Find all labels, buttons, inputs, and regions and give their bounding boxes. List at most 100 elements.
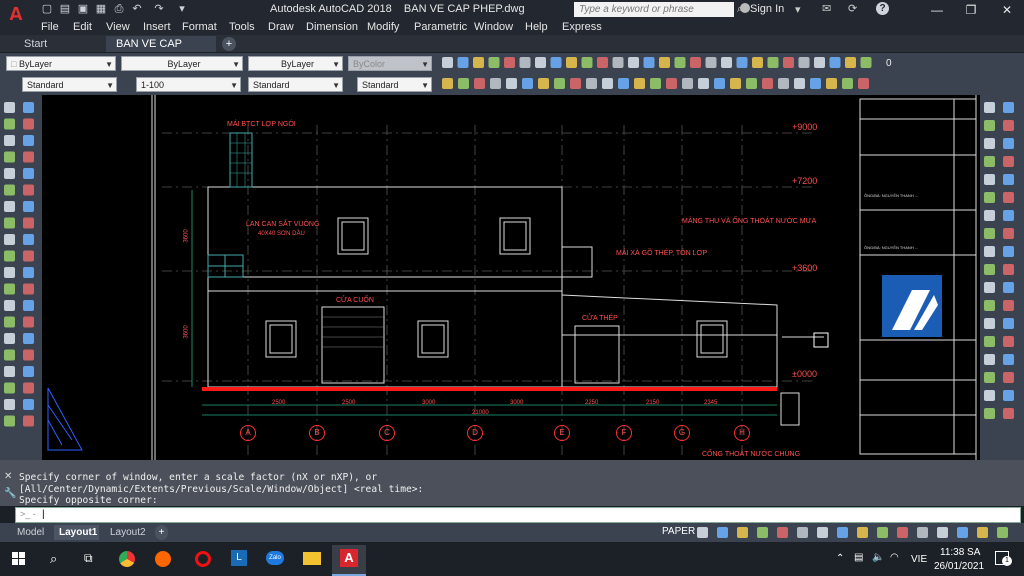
draw-tool-icon[interactable] xyxy=(4,415,15,427)
draw-tool-icon[interactable] xyxy=(4,316,15,328)
toolbar-tool-icon[interactable] xyxy=(767,57,779,68)
nav-tool-icon[interactable] xyxy=(1003,138,1014,149)
toolbar-tool-icon[interactable] xyxy=(666,78,677,89)
toolbar-tool-icon[interactable] xyxy=(519,57,531,68)
tab-layout1[interactable]: Layout1 xyxy=(54,525,99,540)
draw-tool-icon[interactable] xyxy=(23,102,34,113)
nav-tool-icon[interactable] xyxy=(1003,390,1014,401)
save-icon[interactable]: ▣ xyxy=(76,3,90,16)
toolbar-tool-icon[interactable] xyxy=(714,78,725,89)
status-toggle-icon[interactable] xyxy=(697,527,708,538)
toolbar-tool-icon[interactable] xyxy=(442,78,453,89)
nav-tool-icon[interactable] xyxy=(984,120,995,131)
toolbar-tool-icon[interactable] xyxy=(690,57,701,68)
nav-tool-icon[interactable] xyxy=(1003,156,1014,167)
toolbar-tool-icon[interactable] xyxy=(504,57,515,68)
status-toggle-icon[interactable] xyxy=(937,527,948,538)
nav-tool-icon[interactable] xyxy=(984,102,995,113)
search-icon[interactable]: ⌕ xyxy=(50,551,57,567)
toolbar-tool-icon[interactable] xyxy=(522,78,533,89)
notifications-icon[interactable]: 1 xyxy=(995,551,1012,566)
chevron-up-icon[interactable]: ⌃ xyxy=(836,553,844,564)
toolbar-tool-icon[interactable] xyxy=(634,78,645,89)
status-toggle-icon[interactable] xyxy=(757,527,768,538)
toolbar-tool-icon[interactable] xyxy=(474,78,485,89)
menu-edit[interactable]: Edit xyxy=(73,20,92,35)
status-toggle-icon[interactable] xyxy=(777,527,788,538)
close-button[interactable]: ✕ xyxy=(990,0,1024,20)
zalo-icon[interactable]: Zalo xyxy=(266,551,284,565)
toolbar-tool-icon[interactable] xyxy=(488,57,500,68)
toolbar-tool-icon[interactable] xyxy=(858,78,869,89)
toolbar-tool-icon[interactable] xyxy=(586,78,597,89)
paper-space-toggle[interactable]: PAPER xyxy=(662,526,695,537)
help-icon[interactable]: ? xyxy=(876,2,889,15)
nav-tool-icon[interactable] xyxy=(984,138,995,149)
toolbar-tool-icon[interactable] xyxy=(550,57,562,68)
text-style-dropdown[interactable]: Standard ▼ xyxy=(22,77,117,92)
status-toggle-icon[interactable] xyxy=(717,527,728,538)
toolbar-tool-icon[interactable] xyxy=(778,78,789,89)
menu-file[interactable]: File xyxy=(41,20,59,35)
linetype-dropdown[interactable]: ByLayer ▼ xyxy=(121,56,243,71)
toolbar-tool-icon[interactable] xyxy=(566,57,577,68)
nav-tool-icon[interactable] xyxy=(984,228,995,239)
toolbar-tool-icon[interactable] xyxy=(457,57,469,68)
draw-tool-icon[interactable] xyxy=(4,168,15,179)
nav-tool-icon[interactable] xyxy=(984,156,995,167)
task-view-icon[interactable]: ⧉ xyxy=(84,551,93,566)
draw-tool-icon[interactable] xyxy=(23,283,34,295)
toolbar-tool-icon[interactable] xyxy=(650,78,661,89)
draw-tool-icon[interactable] xyxy=(23,201,34,212)
nav-tool-icon[interactable] xyxy=(1003,102,1014,113)
autocad-taskbar-button[interactable]: A xyxy=(332,545,366,576)
draw-tool-icon[interactable] xyxy=(4,151,15,163)
draw-tool-icon[interactable] xyxy=(23,135,34,146)
nav-tool-icon[interactable] xyxy=(984,390,995,401)
toolbar-tool-icon[interactable] xyxy=(618,78,629,89)
draw-tool-icon[interactable] xyxy=(4,135,15,146)
network-icon[interactable]: ▤ xyxy=(854,552,863,563)
status-toggle-icon[interactable] xyxy=(797,527,808,538)
toolbar-tool-icon[interactable] xyxy=(602,78,613,89)
nav-tool-icon[interactable] xyxy=(984,300,995,311)
menu-express[interactable]: Express xyxy=(562,20,602,35)
toolbar-tool-icon[interactable] xyxy=(842,78,853,89)
menu-view[interactable]: View xyxy=(106,20,130,35)
open-icon[interactable]: ▤ xyxy=(58,3,72,16)
dropdown-icon[interactable]: ▾ xyxy=(795,3,801,16)
clock-date[interactable]: 26/01/2021 xyxy=(934,561,984,572)
toolbar-tool-icon[interactable] xyxy=(538,78,549,89)
draw-tool-icon[interactable] xyxy=(4,184,15,196)
nav-tool-icon[interactable] xyxy=(1003,228,1014,239)
menu-window[interactable]: Window xyxy=(474,20,513,35)
nav-tool-icon[interactable] xyxy=(984,246,995,257)
nav-tool-icon[interactable] xyxy=(1003,282,1014,293)
add-layout-button[interactable]: + xyxy=(155,525,168,540)
toolbar-tool-icon[interactable] xyxy=(798,57,810,68)
toolbar-tool-icon[interactable] xyxy=(705,57,717,68)
toolbar-tool-icon[interactable] xyxy=(829,57,841,68)
app-l-icon[interactable]: L xyxy=(231,550,247,566)
draw-tool-icon[interactable] xyxy=(4,382,15,394)
toolbar-tool-icon[interactable] xyxy=(752,57,763,68)
saveas-icon[interactable]: ▦ xyxy=(94,3,108,16)
toolbar-tool-icon[interactable] xyxy=(643,57,655,68)
windows-start-icon[interactable] xyxy=(12,552,26,566)
nav-tool-icon[interactable] xyxy=(984,174,995,185)
maximize-button[interactable]: ❐ xyxy=(954,0,988,20)
opera-icon[interactable] xyxy=(195,551,211,567)
toolbar-tool-icon[interactable] xyxy=(860,57,872,68)
draw-tool-icon[interactable] xyxy=(23,349,34,361)
toolbar-tool-icon[interactable] xyxy=(674,57,686,68)
nav-tool-icon[interactable] xyxy=(1003,372,1014,383)
minimize-button[interactable]: — xyxy=(920,0,954,20)
toolbar-tool-icon[interactable] xyxy=(845,57,856,68)
draw-tool-icon[interactable] xyxy=(23,382,34,394)
status-toggle-icon[interactable] xyxy=(877,527,888,538)
nav-tool-icon[interactable] xyxy=(1003,192,1014,203)
menu-insert[interactable]: Insert xyxy=(143,20,171,35)
toolbar-tool-icon[interactable] xyxy=(535,57,546,68)
firefox-icon[interactable] xyxy=(155,551,171,567)
toolbar-tool-icon[interactable] xyxy=(628,57,639,68)
